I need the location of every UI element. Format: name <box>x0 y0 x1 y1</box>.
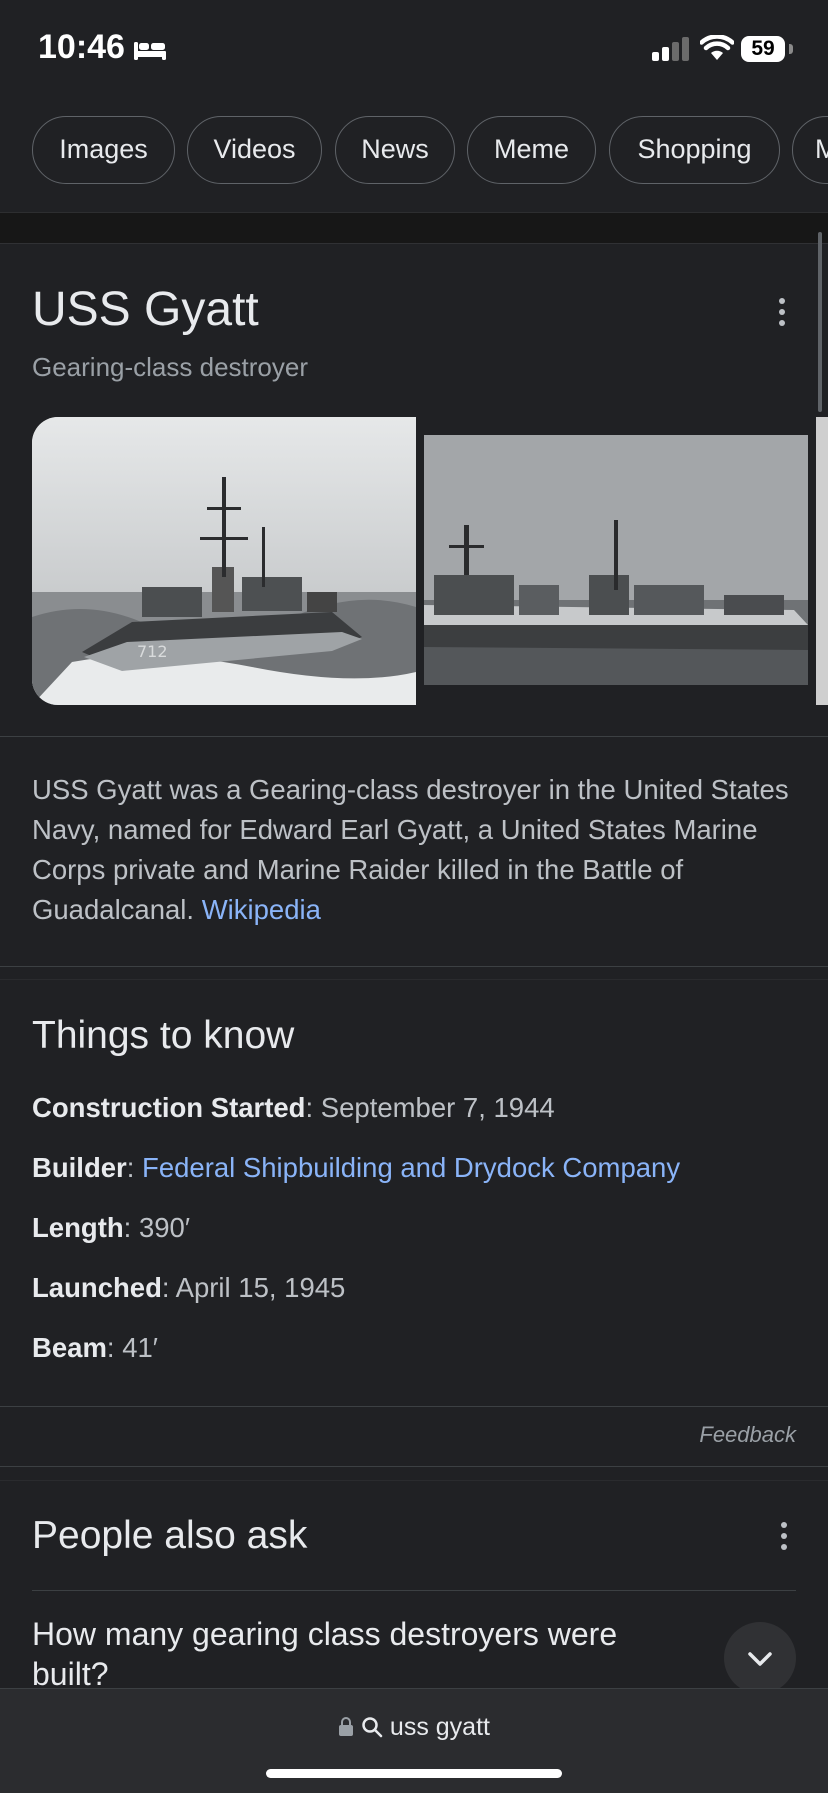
destroyer-image <box>424 435 808 685</box>
fact-label: Launched <box>32 1272 162 1303</box>
description-text: USS Gyatt was a Gearing-class destroyer … <box>32 774 789 925</box>
section-divider <box>0 212 828 244</box>
chip-more[interactable]: M <box>792 116 828 184</box>
status-bar: 10:46 59 <box>0 0 828 100</box>
fact-value: September 7, 1944 <box>320 1092 555 1123</box>
related-question[interactable]: How many gearing class destroyers were b… <box>32 1614 672 1694</box>
fact-value: April 15, 1945 <box>175 1272 346 1303</box>
lock-icon <box>339 1717 354 1736</box>
builder-link[interactable]: Federal Shipbuilding and Drydock Company <box>142 1152 680 1183</box>
entity-description: USS Gyatt was a Gearing-class destroyer … <box>32 770 802 930</box>
fact-builder: Builder: Federal Shipbuilding and Drydoc… <box>32 1152 681 1183</box>
people-also-ask-heading: People also ask <box>32 1514 308 1557</box>
ship-photo-3-partial[interactable] <box>816 417 828 705</box>
search-filter-chips[interactable]: Images Videos News Meme Shopping M <box>0 100 828 230</box>
ship-photo-1[interactable]: 712 <box>32 417 416 705</box>
battery-level: 59 <box>741 36 785 62</box>
divider <box>0 966 828 967</box>
entity-subtitle: Gearing-class destroyer <box>32 352 308 382</box>
ship-photo-2[interactable] <box>424 435 808 685</box>
fact-construction-started: Construction Started: September 7, 1944 <box>32 1092 555 1123</box>
divider <box>0 736 828 737</box>
wikipedia-link[interactable]: Wikipedia <box>202 894 321 925</box>
scrollbar[interactable] <box>818 232 822 412</box>
wifi-icon <box>700 35 734 60</box>
chevron-down-icon <box>748 1652 772 1666</box>
fact-label: Length <box>32 1212 124 1243</box>
fact-label: Beam <box>32 1332 107 1363</box>
feedback-link[interactable]: Feedback <box>699 1422 796 1448</box>
address-field[interactable]: uss gyatt <box>0 1713 828 1742</box>
chip-shopping[interactable]: Shopping <box>609 116 780 184</box>
battery-cap <box>789 44 793 54</box>
chip-images[interactable]: Images <box>32 116 175 184</box>
fact-label: Builder <box>32 1152 127 1183</box>
more-options-icon[interactable] <box>776 1522 792 1558</box>
divider <box>0 979 828 980</box>
fact-label: Construction Started <box>32 1092 306 1123</box>
search-icon <box>362 1717 383 1738</box>
svg-text:712: 712 <box>137 642 168 661</box>
chip-meme[interactable]: Meme <box>467 116 596 184</box>
chip-videos[interactable]: Videos <box>187 116 322 184</box>
things-to-know-heading: Things to know <box>32 1014 295 1057</box>
entity-title: USS Gyatt <box>32 283 259 336</box>
address-query: uss gyatt <box>389 1713 490 1741</box>
fact-value: 390′ <box>138 1212 190 1243</box>
divider <box>0 1406 828 1407</box>
fact-launched: Launched: April 15, 1945 <box>32 1272 346 1303</box>
sleep-mode-icon <box>134 42 166 60</box>
browser-address-bar[interactable]: uss gyatt <box>0 1688 828 1793</box>
divider <box>32 1590 796 1591</box>
fact-value: 41′ <box>122 1332 158 1363</box>
status-time: 10:46 <box>38 28 125 66</box>
fact-length: Length: 390′ <box>32 1212 190 1243</box>
divider <box>0 1480 828 1481</box>
more-options-icon[interactable] <box>772 298 792 338</box>
chip-news[interactable]: News <box>335 116 455 184</box>
home-indicator[interactable] <box>266 1769 562 1778</box>
destroyer-image: 712 <box>32 417 416 705</box>
divider <box>0 1466 828 1467</box>
expand-button[interactable] <box>724 1622 796 1694</box>
fact-beam: Beam: 41′ <box>32 1332 158 1363</box>
cellular-signal-icon <box>652 37 689 61</box>
